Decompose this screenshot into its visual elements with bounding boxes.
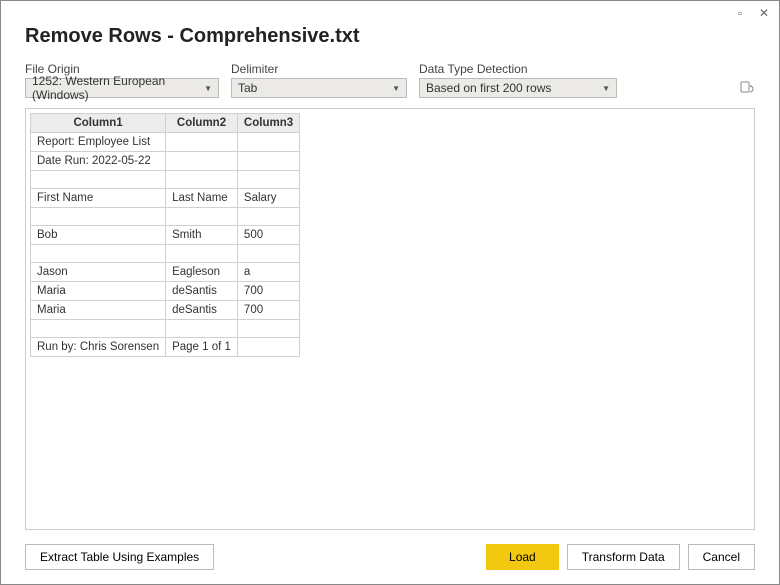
dialog-footer: Extract Table Using Examples Load Transf… bbox=[25, 530, 755, 570]
table-cell: Run by: Chris Sorensen bbox=[31, 338, 166, 357]
table-cell: Smith bbox=[166, 226, 238, 245]
table-cell: deSantis bbox=[166, 282, 238, 301]
chevron-down-icon: ▼ bbox=[602, 84, 610, 93]
titlebar: ▫ ✕ bbox=[1, 1, 779, 25]
table-row[interactable]: Report: Employee List bbox=[31, 133, 300, 152]
cancel-button[interactable]: Cancel bbox=[688, 544, 755, 570]
transform-data-button[interactable]: Transform Data bbox=[567, 544, 680, 570]
table-row[interactable] bbox=[31, 245, 300, 263]
table-cell bbox=[166, 152, 238, 171]
table-cell bbox=[237, 171, 299, 189]
table-cell: deSantis bbox=[166, 301, 238, 320]
table-cell bbox=[166, 208, 238, 226]
table-cell bbox=[237, 152, 299, 171]
file-origin-group: File Origin 1252: Western European (Wind… bbox=[25, 62, 219, 98]
table-cell bbox=[31, 320, 166, 338]
table-cell: Maria bbox=[31, 301, 166, 320]
refresh-icon[interactable] bbox=[739, 80, 755, 96]
detection-group: Data Type Detection Based on first 200 r… bbox=[419, 62, 617, 98]
table-cell bbox=[31, 208, 166, 226]
table-cell bbox=[31, 245, 166, 263]
column-header[interactable]: Column1 bbox=[31, 114, 166, 133]
chevron-down-icon: ▼ bbox=[204, 84, 212, 93]
table-cell: Date Run: 2022-05-22 bbox=[31, 152, 166, 171]
detection-label: Data Type Detection bbox=[419, 62, 617, 76]
table-row[interactable]: Date Run: 2022-05-22 bbox=[31, 152, 300, 171]
table-cell bbox=[166, 171, 238, 189]
table-row[interactable]: JasonEaglesona bbox=[31, 263, 300, 282]
preview-table-area[interactable]: Column1Column2Column3 Report: Employee L… bbox=[25, 108, 755, 530]
preview-table: Column1Column2Column3 Report: Employee L… bbox=[30, 113, 300, 357]
table-cell: Eagleson bbox=[166, 263, 238, 282]
table-cell: Jason bbox=[31, 263, 166, 282]
page-title: Remove Rows - Comprehensive.txt bbox=[25, 25, 755, 48]
maximize-icon[interactable]: ▫ bbox=[733, 6, 747, 20]
delimiter-dropdown[interactable]: Tab ▼ bbox=[231, 78, 407, 98]
table-cell: a bbox=[237, 263, 299, 282]
table-row[interactable] bbox=[31, 208, 300, 226]
detection-dropdown[interactable]: Based on first 200 rows ▼ bbox=[419, 78, 617, 98]
table-cell: 700 bbox=[237, 282, 299, 301]
import-options-row: File Origin 1252: Western European (Wind… bbox=[25, 62, 755, 98]
table-cell bbox=[237, 338, 299, 357]
table-cell bbox=[31, 171, 166, 189]
table-cell: 700 bbox=[237, 301, 299, 320]
table-cell: First Name bbox=[31, 189, 166, 208]
extract-table-button[interactable]: Extract Table Using Examples bbox=[25, 544, 214, 570]
table-row[interactable] bbox=[31, 320, 300, 338]
table-cell: Salary bbox=[237, 189, 299, 208]
delimiter-label: Delimiter bbox=[231, 62, 407, 76]
table-cell bbox=[237, 245, 299, 263]
table-cell bbox=[237, 208, 299, 226]
close-icon[interactable]: ✕ bbox=[757, 6, 771, 20]
table-row[interactable] bbox=[31, 171, 300, 189]
column-header[interactable]: Column3 bbox=[237, 114, 299, 133]
table-cell bbox=[237, 320, 299, 338]
detection-value: Based on first 200 rows bbox=[426, 81, 551, 95]
chevron-down-icon: ▼ bbox=[392, 84, 400, 93]
table-cell: Bob bbox=[31, 226, 166, 245]
file-origin-value: 1252: Western European (Windows) bbox=[32, 74, 198, 102]
delimiter-value: Tab bbox=[238, 81, 257, 95]
table-row[interactable]: MariadeSantis700 bbox=[31, 301, 300, 320]
table-cell: Last Name bbox=[166, 189, 238, 208]
table-cell bbox=[166, 133, 238, 152]
load-button[interactable]: Load bbox=[486, 544, 559, 570]
table-cell bbox=[166, 245, 238, 263]
file-origin-dropdown[interactable]: 1252: Western European (Windows) ▼ bbox=[25, 78, 219, 98]
table-cell: Page 1 of 1 bbox=[166, 338, 238, 357]
table-cell: Report: Employee List bbox=[31, 133, 166, 152]
table-row[interactable]: Run by: Chris SorensenPage 1 of 1 bbox=[31, 338, 300, 357]
column-header[interactable]: Column2 bbox=[166, 114, 238, 133]
table-cell bbox=[237, 133, 299, 152]
delimiter-group: Delimiter Tab ▼ bbox=[231, 62, 407, 98]
table-row[interactable]: First NameLast NameSalary bbox=[31, 189, 300, 208]
table-cell: Maria bbox=[31, 282, 166, 301]
table-cell bbox=[166, 320, 238, 338]
table-row[interactable]: MariadeSantis700 bbox=[31, 282, 300, 301]
table-row[interactable]: BobSmith500 bbox=[31, 226, 300, 245]
dialog-window: ▫ ✕ Remove Rows - Comprehensive.txt File… bbox=[0, 0, 780, 585]
table-cell: 500 bbox=[237, 226, 299, 245]
